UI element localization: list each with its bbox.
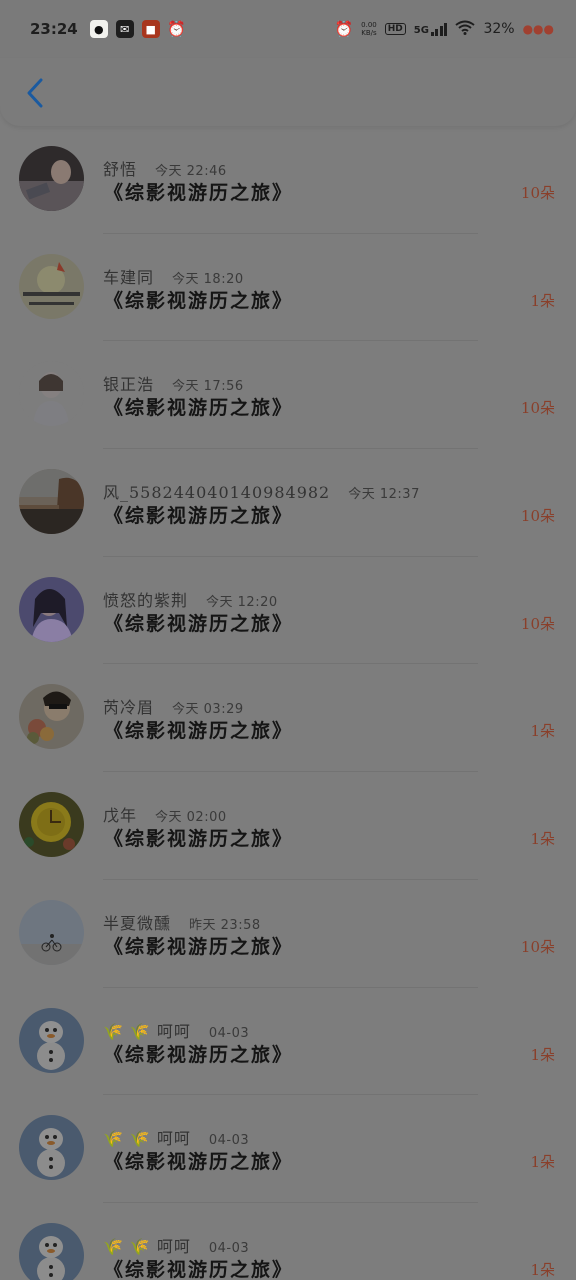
wifi-icon <box>455 20 476 39</box>
battery-icon: ●●● <box>522 22 554 36</box>
user-name: 舒悟 <box>103 160 138 179</box>
user-name: 🌾 🌾 呵呵 <box>103 1125 191 1149</box>
avatar[interactable] <box>19 1222 84 1280</box>
app-notification-icon: ■ <box>141 20 160 38</box>
list-item[interactable]: 🌾 🌾 呵呵 04-03 《综影视游历之旅》 1朵 <box>0 1203 576 1280</box>
gift-time: 今天 22:46 <box>155 164 227 179</box>
gift-time: 今天 17:56 <box>172 379 244 395</box>
gift-records-list: 舒悟 今天 22:46 《综影视游历之旅》 10朵 车建同 今天 18:20 《综影… <box>0 126 576 1280</box>
gift-time: 今天 12:20 <box>206 594 278 610</box>
avatar[interactable] <box>19 684 84 750</box>
book-title[interactable]: 《综影视游历之旅》 <box>104 1255 293 1280</box>
avatar[interactable] <box>19 253 84 319</box>
gift-amount: 1朵 <box>530 830 555 849</box>
gift-amount: 1朵 <box>530 1260 555 1279</box>
avatar[interactable] <box>19 899 84 965</box>
back-button[interactable] <box>18 74 52 112</box>
network-type: 5G <box>413 25 429 36</box>
status-bar: 23:24 ● ✉ ■ ⏰ ⏰ 0.00 KB/s HD 5G 32% ●●● <box>0 0 576 58</box>
gift-amount: 10朵 <box>520 937 555 956</box>
qq-notification-icon: ● <box>89 20 108 38</box>
list-item[interactable]: 🌾 🌾 呵呵 04-03 《综影视游历之旅》 1朵 <box>0 988 576 1096</box>
network-speed-value: 0.00 <box>361 21 377 29</box>
battery-text: 32% <box>483 21 515 37</box>
status-left: 23:24 ● ✉ ■ ⏰ <box>30 20 186 38</box>
gift-amount: 1朵 <box>530 1045 555 1064</box>
list-item[interactable]: 戊年 今天 02:00 《综影视游历之旅》 1朵 <box>0 772 576 880</box>
list-item[interactable]: 风_558244040140984982 今天 12:37 《综影视游历之旅》 1… <box>0 449 576 557</box>
leaf-emoji-icon: 🌾 <box>103 1236 124 1256</box>
book-title[interactable]: 《综影视游历之旅》 <box>104 286 293 313</box>
avatar[interactable] <box>19 792 84 858</box>
gift-time: 04-03 <box>208 1133 250 1149</box>
list-item[interactable]: 半夏微醺 昨天 23:58 《综影视游历之旅》 10朵 <box>0 880 576 988</box>
status-right: ⏰ 0.00 KB/s HD 5G 32% ●●● <box>334 20 554 39</box>
gift-amount: 10朵 <box>520 507 555 526</box>
mail-notification-icon: ✉ <box>115 20 134 38</box>
avatar[interactable] <box>19 361 84 427</box>
alarm-icon: ⏰ <box>334 20 354 38</box>
book-title[interactable]: 《综影视游历之旅》 <box>104 393 293 420</box>
gift-amount: 10朵 <box>520 399 555 418</box>
user-name: 风_558244040140984982 <box>103 483 331 503</box>
user-name: 戊年 <box>103 806 138 826</box>
user-name-text: 呵呵 <box>156 1021 191 1041</box>
gift-time: 昨天 23:58 <box>189 917 261 933</box>
network-speed: 0.00 KB/s <box>361 21 377 37</box>
user-name: 🌾 🌾 呵呵 <box>103 1018 191 1042</box>
list-item[interactable]: 银正浩 今天 17:56 《综影视游历之旅》 10朵 <box>0 341 576 450</box>
user-name: 🌾 🌾 呵呵 <box>103 1233 191 1257</box>
list-item[interactable]: 舒悟 今天 22:46 《综影视游历之旅》 10朵 <box>0 126 576 234</box>
leaf-emoji-icon: 🌾 <box>129 1021 151 1041</box>
gift-amount: 1朵 <box>530 291 555 310</box>
gift-time: 04-03 <box>208 1240 250 1256</box>
book-title[interactable]: 《综影视游历之旅》 <box>104 178 293 205</box>
user-name-text: 呵呵 <box>156 1236 191 1256</box>
avatar[interactable] <box>19 1007 84 1073</box>
book-title[interactable]: 《综影视游历之旅》 <box>104 1147 293 1174</box>
gift-amount: 1朵 <box>530 722 555 741</box>
avatar[interactable] <box>19 146 84 211</box>
avatar[interactable] <box>19 469 84 535</box>
chevron-left-icon <box>27 78 43 108</box>
avatar[interactable] <box>19 1115 84 1181</box>
user-name: 愤怒的紫荆 <box>103 590 189 610</box>
leaf-emoji-icon: 🌾 <box>103 1021 124 1041</box>
status-time: 23:24 <box>30 20 78 38</box>
avatar[interactable] <box>19 576 84 642</box>
gift-time: 今天 18:20 <box>172 271 244 287</box>
book-title[interactable]: 《综影视游历之旅》 <box>104 1040 293 1067</box>
leaf-emoji-icon: 🌾 <box>129 1129 151 1149</box>
user-name: 车建同 <box>103 267 155 287</box>
gift-time: 今天 03:29 <box>172 702 244 718</box>
user-name: 银正浩 <box>103 375 155 395</box>
gift-time: 今天 12:37 <box>348 487 420 503</box>
network-speed-unit: KB/s <box>361 29 377 37</box>
book-title[interactable]: 《综影视游历之旅》 <box>104 501 293 528</box>
book-title[interactable]: 《综影视游历之旅》 <box>104 824 293 851</box>
leaf-emoji-icon: 🌾 <box>129 1236 151 1256</box>
gift-amount: 1朵 <box>530 1153 555 1172</box>
signal-icon: 5G <box>414 22 448 36</box>
book-title[interactable]: 《综影视游历之旅》 <box>104 932 293 959</box>
gift-time: 今天 02:00 <box>155 810 227 826</box>
gift-amount: 10朵 <box>520 614 555 633</box>
book-title[interactable]: 《综影视游历之旅》 <box>104 716 293 743</box>
list-item[interactable]: 车建同 今天 18:20 《综影视游历之旅》 1朵 <box>0 234 576 342</box>
list-item[interactable]: 愤怒的紫荆 今天 12:20 《综影视游历之旅》 10朵 <box>0 557 576 665</box>
user-name-text: 呵呵 <box>156 1129 191 1149</box>
user-name: 芮冷眉 <box>103 698 155 718</box>
header <box>0 58 576 126</box>
list-item[interactable]: 芮冷眉 今天 03:29 《综影视游历之旅》 1朵 <box>0 664 576 773</box>
leaf-emoji-icon: 🌾 <box>103 1129 124 1149</box>
list-item[interactable]: 🌾 🌾 呵呵 04-03 《综影视游历之旅》 1朵 <box>0 1095 576 1203</box>
gift-time: 04-03 <box>208 1025 250 1041</box>
user-name: 半夏微醺 <box>103 913 172 933</box>
gift-amount: 10朵 <box>520 184 555 202</box>
book-title[interactable]: 《综影视游历之旅》 <box>104 609 293 636</box>
alarm-notification-icon: ⏰ <box>167 20 187 38</box>
hd-icon: HD <box>384 23 406 35</box>
